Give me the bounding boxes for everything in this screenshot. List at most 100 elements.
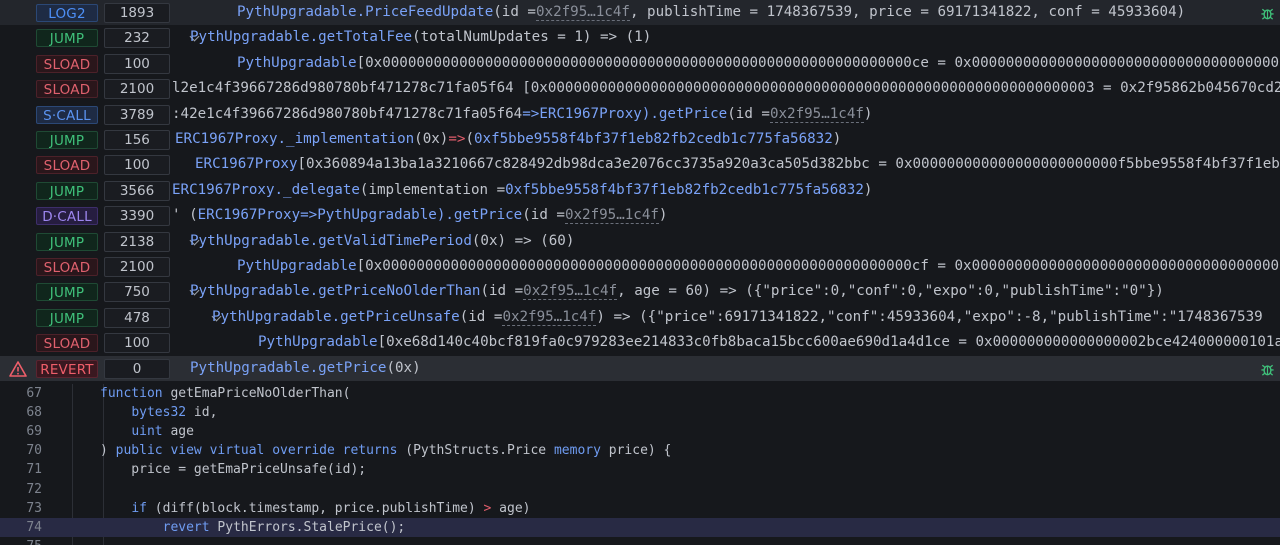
trace-row[interactable]: SLOAD 2100 l2e1c4f39667286d980780bf471278c… [0,76,1280,101]
opcode-badge: SLOAD [36,156,98,175]
contract-name[interactable]: PythUpgradable [317,203,437,228]
code-text: price = getEmaPriceUnsafe(id); [100,460,366,479]
trace-text: (0x) [386,359,421,376]
trace-text: (id = [459,308,503,325]
address-hash[interactable]: 0x2f95…1c4f [523,283,618,301]
line-number: 71 [26,462,42,478]
gas-value: 1893 [104,3,170,23]
contract-name[interactable]: PythUpgradable [212,305,332,330]
call-trace-panel: LOG2 1893 PythUpgradable .PriceFeedUpdate(… [0,0,1280,384]
debug-icon[interactable] [1260,5,1275,21]
code-token: function [100,386,163,401]
source-line[interactable]: 72 [0,480,1280,499]
code-token: revert [162,519,210,535]
code-token: bytes32 [131,405,187,421]
trace-call-text: l2e1c4f39667286d980780bf471278c71fa05f64… [172,76,1280,101]
contract-name[interactable]: ERC1967Proxy [172,178,275,203]
source-line[interactable]: 70) public view virtual override returns… [0,441,1280,460]
trace-row[interactable]: SLOAD 100 ERC1967Proxy [0x360894a13ba1a321… [0,152,1280,177]
source-line-current[interactable]: 74 revert PythErrors.StalePrice(); [0,517,1280,537]
contract-name[interactable]: PythUpgradable [190,279,310,304]
function-name[interactable]: .getPriceUnsafe [332,305,460,330]
function-name[interactable]: .getValidTimePeriod [310,229,472,254]
trace-text: ) [863,105,873,122]
contract-name[interactable]: PythUpgradable [258,330,378,355]
function-name[interactable]: .getTotalFee [310,25,413,50]
address-hash[interactable]: 0x2f95…1c4f [564,207,659,225]
function-name[interactable]: .getPriceNoOlderThan [310,279,481,304]
address-hash[interactable]: 0x2f95…1c4f [535,4,630,21]
trace-row[interactable]: JUMP 750 PythUpgradable .getPriceNoOlderTh… [0,279,1280,304]
trace-row[interactable]: JUMP 3566 ERC1967Proxy ._delegate (implemen… [0,178,1280,203]
contract-name[interactable]: 0xf5bbe9558f4bf37f1eb82fb2cedb1c775fa568… [474,127,833,152]
trace-row[interactable]: D·CALL 3390 ' ( ERC1967Proxy => PythUpgrad… [0,203,1280,228]
code-text: uint age [100,422,194,441]
function-name[interactable]: ).getPrice [642,102,727,127]
trace-text: (0x) => (60) [471,232,575,249]
trace-call-text: :42e1c4f39667286d980780bf471278c71fa05f6… [172,102,872,127]
contract-name[interactable]: ERC1967Proxy [198,203,301,228]
trace-text: [0x0000000000000000000000000000000000000… [356,54,1280,71]
contract-name[interactable]: PythUpgradable [190,356,310,381]
trace-row[interactable]: JUMP 2138 PythUpgradable .getValidTimePeri… [0,229,1280,254]
trace-text: ( [465,131,474,147]
opcode-badge: SLOAD [36,54,98,73]
source-line[interactable]: 73 if (diff(block.timestamp, price.publi… [0,499,1280,518]
trace-text: (id = [480,283,524,300]
source-line[interactable]: 71 price = getEmaPriceUnsafe(id); [0,460,1280,479]
trace-row[interactable]: SLOAD 2100 PythUpgradable [0x0000000000000… [0,254,1280,279]
trace-row[interactable]: SLOAD 100 PythUpgradable [0xe68d140c40bcf8… [0,330,1280,355]
code-token: id, [186,405,218,421]
trace-call-text: ERC1967Proxy ._implementation (0x) => ( 0… [175,127,841,152]
gas-value: 232 [104,28,170,49]
function-name[interactable]: .getPrice [310,356,387,381]
source-line[interactable]: 68 bytes32 id, [0,403,1280,422]
trace-row[interactable]: SLOAD 100 PythUpgradable [0x00000000000000… [0,51,1280,76]
contract-name[interactable]: PythUpgradable [190,229,310,254]
trace-text: ) [658,207,668,224]
trace-text: (id = [522,207,565,224]
opcode-badge: JUMP [36,131,98,149]
trace-text: l2e1c4f39667286d980780bf471278c71fa05f64… [172,80,1280,97]
source-line[interactable]: 69 uint age [0,422,1280,441]
trace-call-text: PythUpgradable [0x0000000000000000000000… [237,254,1280,279]
function-name[interactable]: ._implementation [278,127,415,152]
debug-icon[interactable] [1260,361,1275,377]
trace-row[interactable]: JUMP 156 ERC1967Proxy ._implementation (0x)… [0,127,1280,152]
contract-name[interactable]: PythUpgradable [237,51,357,76]
opcode-badge: D·CALL [36,207,98,226]
code-token: age [162,424,194,440]
address-hash[interactable]: 0x2f95…1c4f [502,309,597,326]
contract-name[interactable]: PythUpgradable [190,25,310,50]
line-number: 73 [26,500,42,516]
trace-row[interactable]: LOG2 1893 PythUpgradable .PriceFeedUpdate(… [0,0,1280,26]
source-line[interactable]: 75 [0,537,1280,545]
contract-name[interactable]: ERC1967Proxy [539,102,642,127]
gas-value: 100 [104,155,170,176]
line-number: 74 [26,519,42,535]
function-name[interactable]: ).getPrice [437,203,522,228]
trace-text: (id = [493,4,536,20]
trace-call-text: PythUpgradable .getTotalFee (totalNumUpda… [190,25,651,50]
function-name[interactable]: ._delegate [275,178,360,203]
contract-name[interactable]: PythUpgradable [237,0,357,25]
trace-call-text: PythUpgradable .getPriceNoOlderThan (id =… [190,279,1164,304]
opcode-badge: SLOAD [36,258,98,276]
trace-row[interactable]: JUMP 478 PythUpgradable .getPriceUnsafe (id… [0,305,1280,330]
opcode-badge: JUMP [36,29,98,48]
trace-row-revert[interactable]: REVERT 0 PythUpgradable .getPrice (0x) [0,355,1280,381]
function-name[interactable]: .PriceFeedUpdate [357,0,494,25]
trace-text: => [300,207,318,224]
trace-text: (0x) [414,131,449,147]
contract-name[interactable]: ERC1967Proxy [175,127,278,152]
source-line[interactable]: 67 function getEmaPriceNoOlderThan( [0,384,1280,403]
trace-row[interactable]: S·CALL 3789:42e1c4f39667286d980780bf47127… [0,102,1280,127]
trace-row[interactable]: JUMP 232 PythUpgradable .getTotalFee (total… [0,25,1280,50]
trace-call-text: ' ( ERC1967Proxy => PythUpgradable ).get… [172,203,667,228]
contract-name[interactable]: PythUpgradable [237,254,357,279]
contract-name[interactable]: ERC1967Proxy [195,152,298,177]
address-hash[interactable]: 0x2f95…1c4f [769,106,864,123]
contract-name[interactable]: 0xf5bbe9558f4bf37f1eb82fb2cedb1c775fa568… [505,178,864,203]
